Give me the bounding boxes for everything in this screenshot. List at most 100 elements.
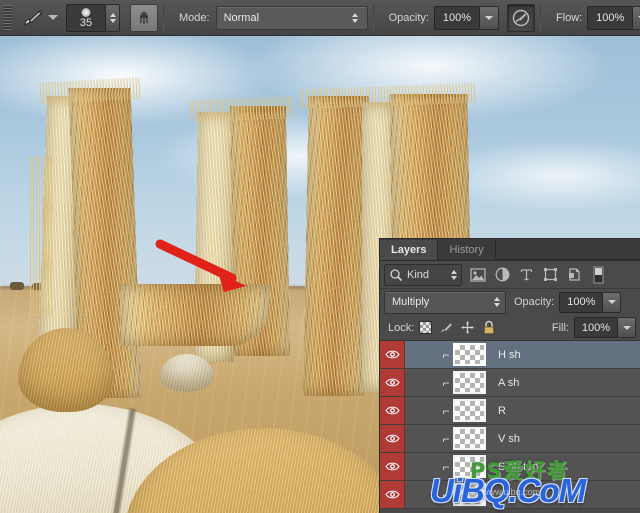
layer-name[interactable]: R <box>498 405 506 417</box>
layer-name[interactable]: H sh <box>498 349 521 361</box>
table-row[interactable]: ⌐ A sh <box>380 369 640 397</box>
layer-thumbnail[interactable] <box>453 343 486 366</box>
pixel-layer-filter-icon[interactable] <box>466 264 490 286</box>
brush-tool-icon[interactable] <box>18 5 48 31</box>
chevron-down-icon <box>608 300 616 304</box>
lock-all-icon[interactable] <box>479 318 498 337</box>
flow-label: Flow: <box>556 12 582 24</box>
shape-layer-filter-icon[interactable] <box>538 264 562 286</box>
eye-visibility-icon <box>385 405 400 416</box>
layer-blend-mode-select[interactable]: Multiply <box>384 291 506 314</box>
type-layer-filter-icon[interactable] <box>514 264 538 286</box>
table-row[interactable]: ⌐ R <box>380 397 640 425</box>
tab-layers[interactable]: Layers <box>380 240 438 260</box>
flow-input[interactable]: 100% <box>587 6 633 30</box>
paintbrush-icon <box>21 6 45 30</box>
table-row[interactable]: ⌐ S sh top <box>380 453 640 481</box>
layer-blend-mode-value: Multiply <box>385 296 494 308</box>
layer-thumbnail[interactable] <box>453 455 486 478</box>
blend-mode-row: Multiply Opacity: 100% <box>380 289 640 315</box>
updown-arrows-icon <box>494 297 505 307</box>
smart-object-filter-icon[interactable] <box>562 264 586 286</box>
layer-visibility-toggle[interactable] <box>380 481 405 508</box>
brush-size-spinner[interactable] <box>106 4 120 32</box>
toolbar-divider-3 <box>540 5 541 31</box>
opacity-input[interactable]: 100% <box>434 6 480 30</box>
layer-visibility-toggle[interactable] <box>380 369 405 396</box>
layer-opacity-dropdown[interactable] <box>603 292 621 313</box>
letter-h-left-fringe <box>30 156 52 316</box>
toolbar-divider-1 <box>163 5 164 31</box>
table-row[interactable]: ⌐ V sh <box>380 425 640 453</box>
adjustment-layer-filter-icon[interactable] <box>490 264 514 286</box>
layer-thumbnail[interactable] <box>453 483 486 506</box>
layer-thumbnail[interactable] <box>453 427 486 450</box>
lock-row: Lock: <box>380 315 640 341</box>
brush-panel-icon <box>135 9 153 27</box>
chevron-down-icon <box>623 326 631 330</box>
eye-visibility-icon <box>385 433 400 444</box>
photoshop-window: 35 Mode: Normal Opacity: 100% <box>0 0 640 513</box>
flow-slider-dropdown[interactable] <box>633 6 640 30</box>
panel-tab-bar: Layers History <box>380 239 640 261</box>
letter-crossbar <box>120 284 270 346</box>
clipping-mask-arrow-icon: ⌐ <box>439 404 453 418</box>
layer-visibility-toggle[interactable] <box>380 341 405 368</box>
filter-toggle-switch-icon[interactable] <box>586 264 610 286</box>
clipping-mask-arrow-icon: ⌐ <box>439 376 453 390</box>
table-row[interactable]: ⌐ H sh <box>380 341 640 369</box>
updown-arrows-icon <box>451 270 461 280</box>
brush-size-field[interactable]: 35 <box>66 4 106 32</box>
letter-a-top-fringe <box>190 96 295 122</box>
layer-fill-dropdown[interactable] <box>618 317 636 338</box>
spinner-down-icon <box>110 19 116 23</box>
eye-visibility-icon <box>385 377 400 388</box>
brush-size-value: 35 <box>80 18 92 31</box>
options-bar-grip[interactable] <box>3 5 12 31</box>
tab-history[interactable]: History <box>438 240 495 260</box>
updown-arrows-icon <box>347 13 367 23</box>
pressure-opacity-button[interactable] <box>507 4 535 32</box>
layer-list: ⌐ H sh ⌐ A sh <box>380 341 640 509</box>
layer-thumbnail[interactable] <box>453 399 486 422</box>
layer-filter-kind-value: Kind <box>403 269 429 281</box>
lock-position-icon[interactable] <box>458 318 477 337</box>
chevron-down-icon <box>485 16 493 20</box>
layers-panel: Layers History Kind <box>379 238 640 513</box>
layer-opacity-label: Opacity: <box>514 296 554 308</box>
layer-visibility-toggle[interactable] <box>380 397 405 424</box>
brush-panel-toggle-button[interactable] <box>130 4 158 32</box>
clipping-mask-arrow-icon: ⌐ <box>439 348 453 362</box>
mode-label: Mode: <box>179 12 210 24</box>
lock-label: Lock: <box>388 322 414 334</box>
layer-filter-row: Kind <box>380 261 640 289</box>
layer-filter-kind-select[interactable]: Kind <box>384 264 462 286</box>
clipping-mask-arrow-icon: ⌐ <box>439 432 453 446</box>
brush-preset-dropdown-icon[interactable] <box>48 15 58 20</box>
blend-mode-select[interactable]: Normal <box>216 6 368 30</box>
opacity-slider-dropdown[interactable] <box>480 6 499 30</box>
toolbar-divider-2 <box>373 5 374 31</box>
brush-size-control[interactable]: 35 <box>58 4 120 32</box>
eye-visibility-icon <box>385 489 400 500</box>
clipping-mask-arrow-icon: ⌐ <box>439 488 453 502</box>
tab-bar-filler <box>496 259 640 260</box>
background-bale-small <box>160 354 214 392</box>
layer-thumbnail[interactable] <box>453 371 486 394</box>
fill-label: Fill: <box>552 322 569 334</box>
layer-fill-input[interactable]: 100% <box>574 317 618 338</box>
options-bar: 35 Mode: Normal Opacity: 100% <box>0 0 640 36</box>
layer-name[interactable]: A sh <box>498 377 519 389</box>
lock-transparent-pixels-icon[interactable] <box>416 318 435 337</box>
layer-name[interactable]: V sh <box>498 433 520 445</box>
layer-visibility-toggle[interactable] <box>380 425 405 452</box>
layer-name[interactable]: S sh top <box>498 461 538 473</box>
table-row[interactable]: ⌐ <box>380 481 640 509</box>
search-icon <box>389 268 403 282</box>
pressure-opacity-icon <box>511 8 531 28</box>
lock-image-pixels-icon[interactable] <box>437 318 456 337</box>
brush-tip-preview-icon <box>82 8 91 17</box>
layer-visibility-toggle[interactable] <box>380 453 405 480</box>
eye-visibility-icon <box>385 461 400 472</box>
layer-opacity-input[interactable]: 100% <box>559 292 603 313</box>
